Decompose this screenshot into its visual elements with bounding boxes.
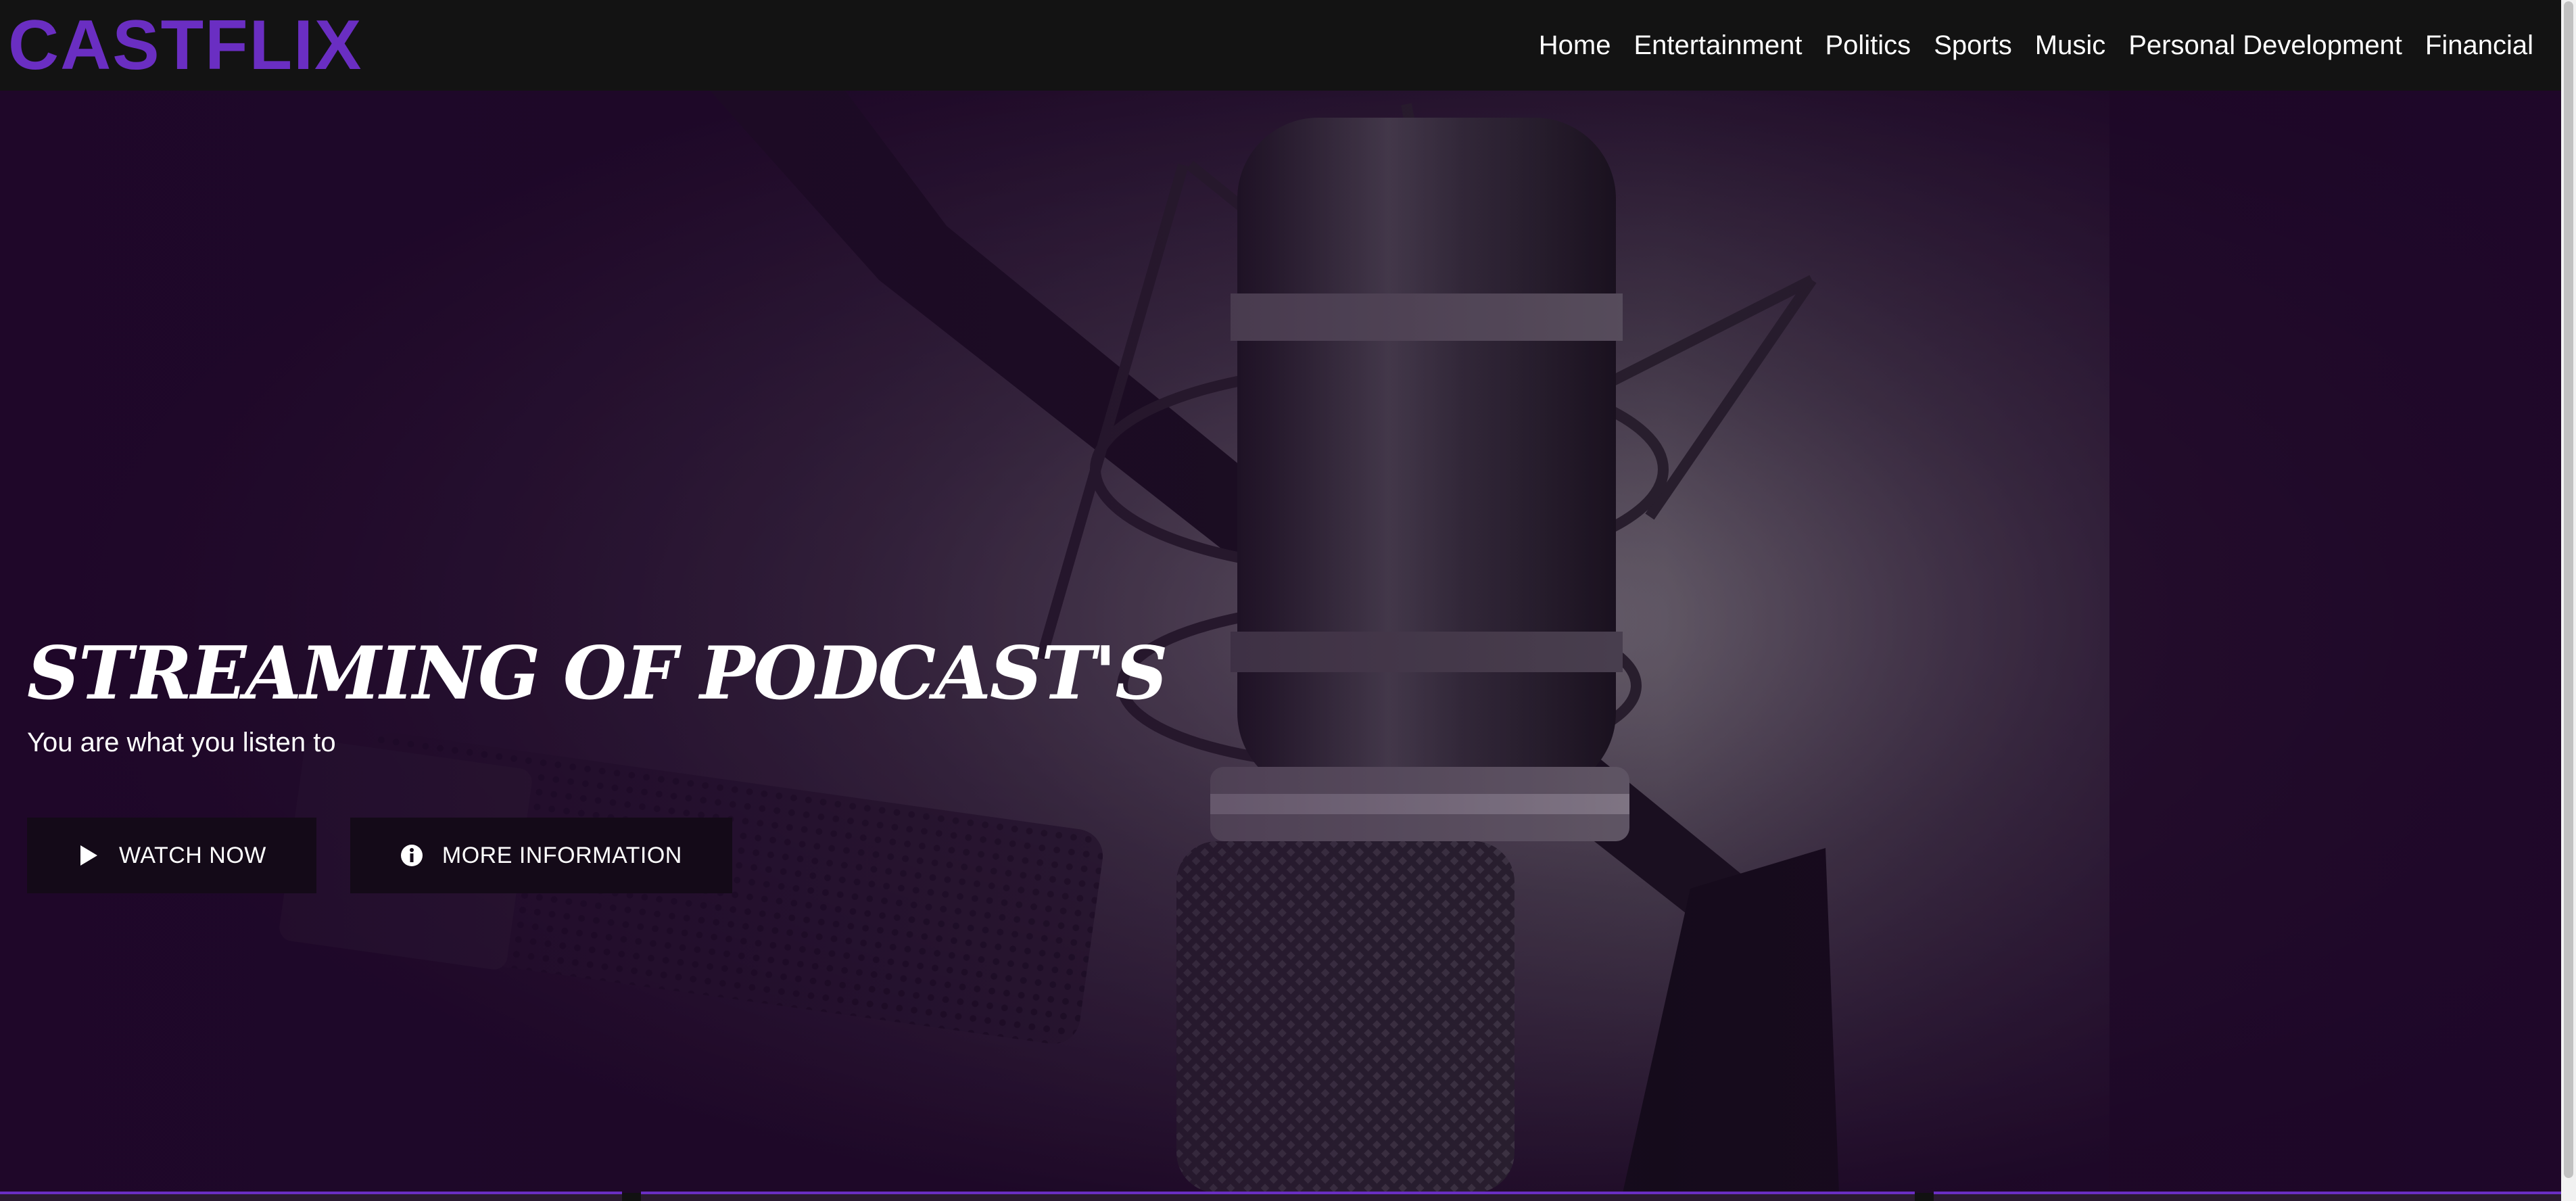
nav-item-entertainment[interactable]: Entertainment: [1622, 30, 1813, 61]
page-scrollbar[interactable]: [2561, 0, 2576, 1201]
more-information-label: MORE INFORMATION: [442, 842, 682, 868]
hero-title: STREAMING OF PODCAST'S: [27, 631, 1168, 716]
hero-content: STREAMING OF PODCAST'S You are what you …: [27, 631, 1168, 894]
hero-subtitle: You are what you listen to: [27, 728, 336, 758]
hero-banner: STREAMING OF PODCAST'S You are what you …: [0, 91, 2561, 1193]
podcast-thumbnail[interactable]: [0, 1192, 622, 1201]
nav-item-sports[interactable]: Sports: [1922, 30, 2024, 61]
podcast-thumbnail-row: [0, 1192, 2561, 1201]
castflix-logo[interactable]: CASTFLIX: [8, 10, 362, 80]
watch-now-label: WATCH NOW: [119, 842, 266, 868]
watch-now-button[interactable]: WATCH NOW: [27, 818, 316, 894]
podcast-thumbnail[interactable]: [641, 1192, 1915, 1201]
podcast-thumbnail[interactable]: [1934, 1192, 2561, 1201]
nav-item-politics[interactable]: Politics: [1813, 30, 1922, 61]
page: CASTFLIX Home Entertainment Politics Spo…: [0, 0, 2576, 1201]
info-icon: [400, 844, 423, 867]
play-icon: [77, 844, 100, 867]
scrollbar-thumb[interactable]: [2564, 1, 2573, 1178]
nav-item-financial[interactable]: Financial: [2414, 30, 2545, 61]
main-nav: Home Entertainment Politics Sports Music…: [1527, 30, 2545, 61]
more-information-button[interactable]: MORE INFORMATION: [350, 818, 732, 894]
nav-item-music[interactable]: Music: [2024, 30, 2117, 61]
hero-buttons: WATCH NOW MORE INFORMATION: [27, 818, 1166, 894]
top-navbar: CASTFLIX Home Entertainment Politics Spo…: [0, 0, 2561, 91]
nav-item-personal-development[interactable]: Personal Development: [2117, 30, 2414, 61]
nav-item-home[interactable]: Home: [1527, 30, 1623, 61]
